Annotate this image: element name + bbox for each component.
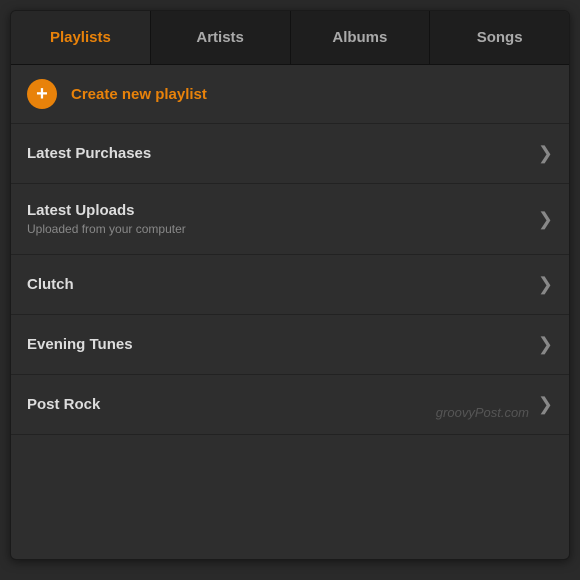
playlist-list: Latest Purchases ❯ Latest Uploads Upload… xyxy=(11,124,569,435)
list-item[interactable]: Clutch ❯ xyxy=(11,255,569,315)
chevron-right-icon: ❯ xyxy=(538,143,553,164)
playlist-subtitle: Uploaded from your computer xyxy=(27,222,186,236)
app-container: Playlists Artists Albums Songs + Create … xyxy=(10,10,570,560)
list-item[interactable]: Latest Purchases ❯ xyxy=(11,124,569,184)
chevron-right-icon: ❯ xyxy=(538,394,553,415)
list-item[interactable]: Evening Tunes ❯ xyxy=(11,315,569,375)
chevron-right-icon: ❯ xyxy=(538,274,553,295)
tab-artists[interactable]: Artists xyxy=(151,11,291,64)
playlist-title: Evening Tunes xyxy=(27,336,133,353)
playlist-title: Latest Uploads xyxy=(27,202,186,219)
list-item[interactable]: Post Rock groovyPost.com ❯ xyxy=(11,375,569,435)
watermark-text: groovyPost.com xyxy=(436,405,529,420)
chevron-right-icon: ❯ xyxy=(538,334,553,355)
playlist-title: Clutch xyxy=(27,276,74,293)
tab-playlists[interactable]: Playlists xyxy=(11,11,151,64)
create-playlist-label: Create new playlist xyxy=(71,86,207,103)
tab-albums[interactable]: Albums xyxy=(291,11,431,64)
playlist-title: Latest Purchases xyxy=(27,145,151,162)
plus-icon: + xyxy=(27,79,57,109)
tab-songs[interactable]: Songs xyxy=(430,11,569,64)
playlist-title: Post Rock xyxy=(27,396,100,413)
list-item[interactable]: Latest Uploads Uploaded from your comput… xyxy=(11,184,569,255)
tab-nav: Playlists Artists Albums Songs xyxy=(11,11,569,65)
create-playlist-button[interactable]: + Create new playlist xyxy=(11,65,569,124)
chevron-right-icon: ❯ xyxy=(538,209,553,230)
